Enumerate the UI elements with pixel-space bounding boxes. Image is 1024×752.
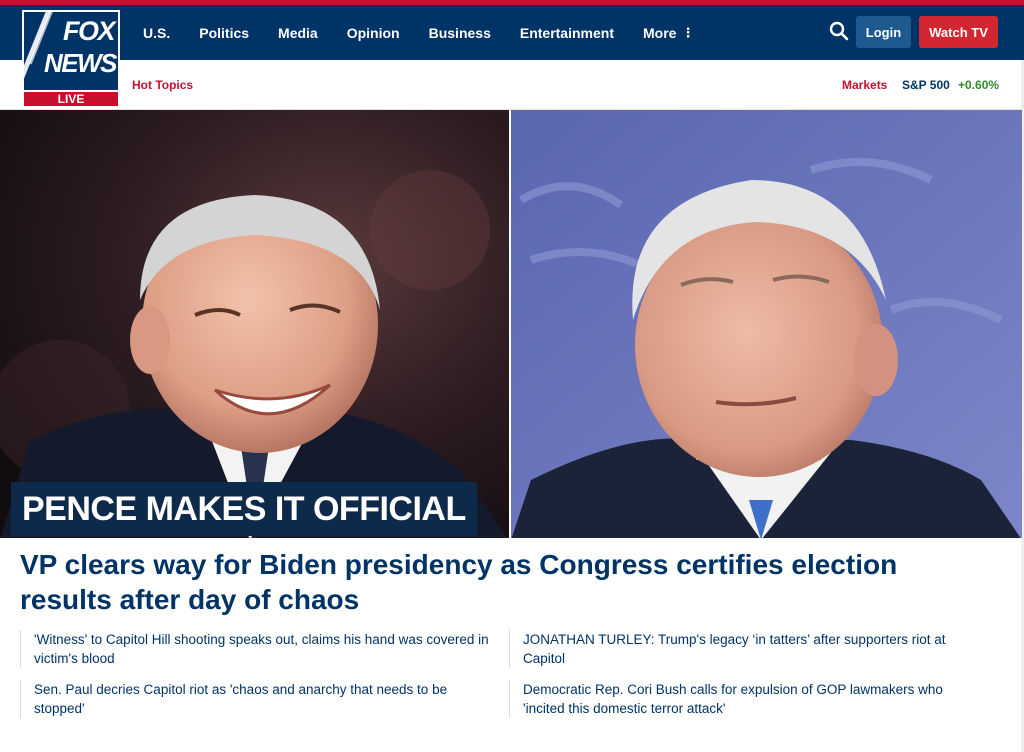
logo-text-bottom: NEWS xyxy=(44,48,118,78)
search-button[interactable] xyxy=(828,20,850,42)
hero-photo-left xyxy=(0,110,509,538)
hero-image[interactable] xyxy=(0,110,1022,538)
nav-more[interactable]: More ⋮ xyxy=(643,25,694,41)
nav-politics[interactable]: Politics xyxy=(199,25,249,41)
nav-media[interactable]: Media xyxy=(278,25,318,41)
logo-mark: FOX NEWS xyxy=(24,12,118,90)
hero-banner[interactable]: PENCE MAKES IT OFFICIAL xyxy=(11,482,477,536)
nav-business[interactable]: Business xyxy=(429,25,491,41)
market-index-name[interactable]: S&P 500 xyxy=(902,78,950,92)
nav-us[interactable]: U.S. xyxy=(143,25,170,41)
login-button[interactable]: Login xyxy=(856,16,911,48)
market-index-change: +0.60% xyxy=(958,78,1000,92)
related-story-link[interactable]: JONATHAN TURLEY: Trump's legacy ‘in tatt… xyxy=(509,630,979,668)
related-story-link[interactable]: Sen. Paul decries Capitol riot as 'chaos… xyxy=(20,680,490,718)
live-badge: LIVE xyxy=(24,92,118,106)
hot-topics-link[interactable]: Hot Topics xyxy=(132,78,193,92)
watch-tv-button[interactable]: Watch TV xyxy=(919,16,998,48)
related-story-link[interactable]: Democratic Rep. Cori Bush calls for expu… xyxy=(509,680,979,718)
main-headline[interactable]: VP clears way for Biden presidency as Co… xyxy=(20,547,980,617)
hero-photo-right xyxy=(511,110,1022,538)
search-icon xyxy=(829,21,849,41)
markets-link[interactable]: Markets xyxy=(842,78,887,92)
primary-nav: U.S. Politics Media Opinion Business Ent… xyxy=(143,5,723,60)
vertical-dots-icon: ⋮ xyxy=(681,24,695,40)
nav-more-label: More xyxy=(642,24,677,41)
related-story-link[interactable]: 'Witness' to Capitol Hill shooting speak… xyxy=(20,630,490,668)
nav-opinion[interactable]: Opinion xyxy=(347,25,400,41)
site-logo[interactable]: FOX NEWS LIVE xyxy=(22,10,120,106)
nav-entertainment[interactable]: Entertainment xyxy=(520,25,614,41)
logo-text-top: FOX xyxy=(62,16,116,46)
